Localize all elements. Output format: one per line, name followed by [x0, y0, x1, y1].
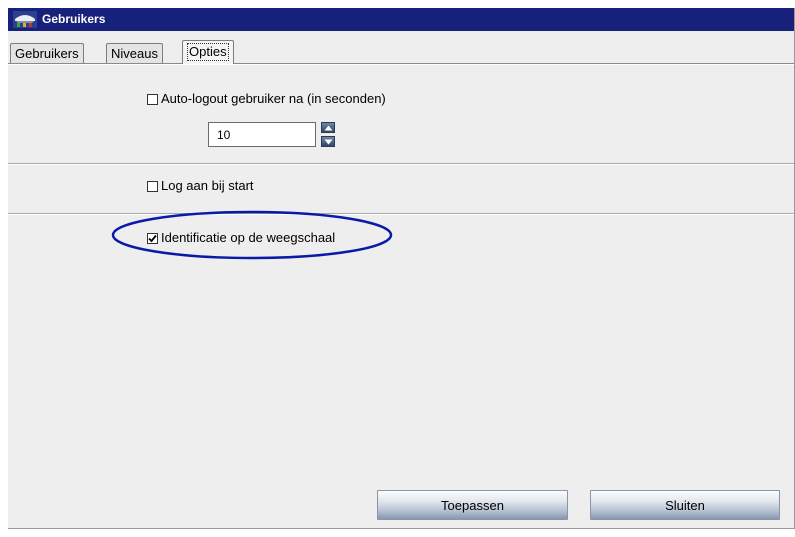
close-button[interactable]: Sluiten	[590, 490, 780, 520]
log-at-start-checkbox[interactable]	[147, 180, 158, 192]
identification-option[interactable]: Identificatie op de weegschaal	[147, 231, 335, 245]
identification-label: Identificatie op de weegschaal	[161, 230, 336, 245]
tab-label: Gebruikers	[15, 46, 79, 61]
section-separator	[8, 213, 794, 215]
tab-strip: Gebruikers Niveaus Opties	[8, 32, 794, 72]
tab-label: Niveaus	[111, 46, 158, 61]
log-at-start-option[interactable]: Log aan bij start	[147, 179, 254, 193]
tab-gebruikers[interactable]: Gebruikers	[10, 43, 84, 64]
auto-logout-option[interactable]: Auto-logout gebruiker na (in seconden)	[147, 92, 386, 106]
window-title: Gebruikers	[42, 12, 106, 26]
section-separator	[8, 163, 794, 165]
log-at-start-label: Log aan bij start	[161, 178, 254, 193]
tab-divider-highlight	[8, 64, 794, 65]
auto-logout-checkbox[interactable]	[147, 93, 158, 105]
auto-logout-label: Auto-logout gebruiker na (in seconden)	[161, 91, 386, 106]
apply-button[interactable]: Toepassen	[377, 490, 568, 520]
arrow-up-icon	[324, 125, 333, 131]
checkmark-icon	[148, 234, 157, 242]
arrow-down-icon	[324, 139, 333, 145]
title-bar: Gebruikers	[8, 8, 794, 31]
tab-opties[interactable]: Opties	[182, 40, 234, 64]
tab-label: Opties	[187, 43, 229, 61]
identification-checkbox[interactable]	[147, 232, 158, 244]
users-dialog: Gebruikers Gebruikers Niveaus Opties Aut…	[8, 8, 795, 529]
spin-up-button[interactable]	[321, 122, 335, 133]
tab-niveaus[interactable]: Niveaus	[106, 43, 163, 64]
scale-app-icon	[13, 11, 37, 28]
auto-logout-seconds-input[interactable]	[208, 122, 316, 147]
spin-down-button[interactable]	[321, 136, 335, 147]
